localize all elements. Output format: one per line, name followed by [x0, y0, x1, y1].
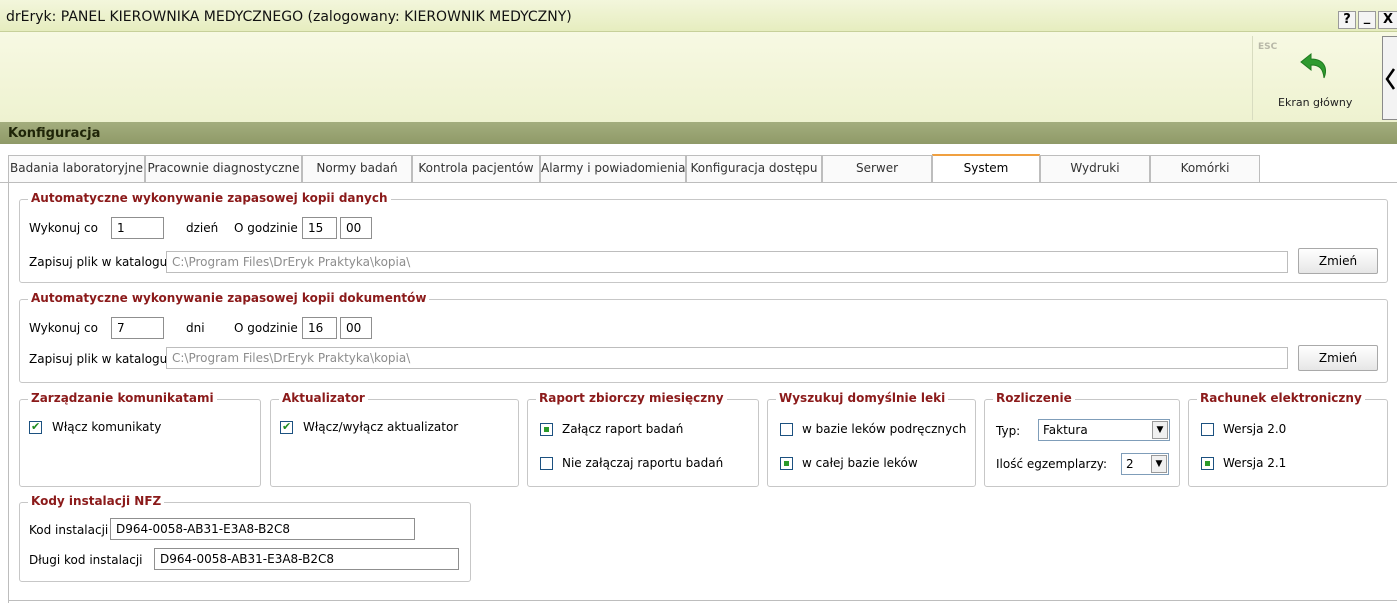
- tab-serwer[interactable]: Serwer: [822, 155, 932, 182]
- help-button[interactable]: ?: [1338, 11, 1356, 29]
- tab-komorki[interactable]: Komórki: [1150, 155, 1260, 182]
- no-attach-report-radio[interactable]: [540, 457, 553, 470]
- dropdown-arrow-icon: ▼: [1152, 421, 1168, 439]
- messages-checkbox[interactable]: [29, 420, 42, 434]
- backup-docs-hour-input[interactable]: 16: [302, 317, 337, 339]
- backup-data-dir-field: C:\Program Files\DrEryk Praktyka\kopia\: [166, 251, 1288, 273]
- tab-strip-line: [0, 182, 1397, 183]
- home-screen-label: Ekran główny: [1278, 96, 1353, 109]
- billing-copies-value: 2: [1126, 457, 1134, 471]
- tab-pracownie-diagnostyczne[interactable]: Pracownie diagnostyczne: [145, 155, 302, 182]
- e-invoice-legend: Rachunek elektroniczny: [1197, 391, 1365, 405]
- attach-report-label: Załącz raport badań: [562, 422, 684, 436]
- backup-docs-dir-label: Zapisuj plik w katalogu: [29, 352, 168, 366]
- messages-legend: Zarządzanie komunikatami: [28, 391, 217, 405]
- drug-search-legend: Wyszukuj domyślnie leki: [776, 391, 949, 405]
- tab-wydruki[interactable]: Wydruki: [1040, 155, 1150, 182]
- e-invoice-v21-radio[interactable]: [1201, 457, 1214, 470]
- backup-data-legend: Automatyczne wykonywanie zapasowej kopii…: [28, 191, 391, 205]
- messages-group: [19, 399, 261, 487]
- esc-shortcut-label: ESC: [1258, 42, 1278, 52]
- updater-option-label: Włącz/wyłącz aktualizator: [303, 420, 459, 434]
- backup-docs-every-input[interactable]: 7: [111, 317, 164, 339]
- backup-data-hour-input[interactable]: 15: [302, 217, 337, 239]
- billing-legend: Rozliczenie: [993, 391, 1075, 405]
- backup-docs-dir-field: C:\Program Files\DrEryk Praktyka\kopia\: [166, 347, 1288, 369]
- tab-badania-laboratoryjne[interactable]: Badania laboratoryjne: [8, 155, 145, 182]
- backup-docs-every-label: Wykonuj co: [29, 321, 98, 335]
- e-invoice-v21-label: Wersja 2.1: [1223, 456, 1287, 470]
- no-attach-report-label: Nie załączaj raportu badań: [562, 456, 724, 470]
- backup-data-every-label: Wykonuj co: [29, 221, 98, 235]
- tab-normy-badan[interactable]: Normy badań: [302, 155, 412, 182]
- backup-data-every-input[interactable]: 1: [111, 217, 164, 239]
- updater-checkbox[interactable]: [280, 420, 293, 434]
- tab-kontrola-pacjentow[interactable]: Kontrola pacjentów: [412, 155, 540, 182]
- backup-data-dir-label: Zapisuj plik w katalogu: [29, 255, 168, 269]
- updater-legend: Aktualizator: [279, 391, 368, 405]
- section-bar: [0, 122, 1397, 144]
- toolbar: [0, 32, 1397, 122]
- backup-data-unit: dzień: [186, 221, 219, 235]
- minimize-button[interactable]: _: [1358, 11, 1376, 29]
- drug-search-group: [767, 399, 976, 487]
- billing-copies-label: Ilość egzemplarzy:: [996, 457, 1108, 471]
- billing-type-select[interactable]: Faktura ▼: [1038, 419, 1170, 441]
- tab-system[interactable]: System: [932, 154, 1040, 182]
- tab-konfiguracja-dostepu[interactable]: Konfiguracja dostępu: [686, 155, 822, 182]
- collapse-panel-button[interactable]: [1382, 36, 1397, 120]
- backup-docs-change-button[interactable]: Zmień: [1298, 345, 1378, 371]
- drug-search-all-label: w całej bazie leków: [802, 456, 918, 470]
- billing-copies-select[interactable]: 2 ▼: [1121, 453, 1169, 475]
- tab-alarmy-i-powiadomienia[interactable]: Alarmy i powiadomienia: [540, 155, 686, 182]
- nfz-code-label: Kod instalacji: [29, 523, 109, 537]
- drug-search-handy-label: w bazie leków podręcznych: [802, 422, 967, 436]
- nfz-codes-group: [19, 502, 471, 582]
- undo-arrow-icon: [1300, 52, 1326, 79]
- monthly-report-group: [527, 399, 759, 487]
- dropdown-arrow-icon: ▼: [1151, 455, 1167, 473]
- updater-group: [270, 399, 519, 487]
- messages-option-label: Włącz komunikaty: [52, 420, 162, 434]
- e-invoice-v20-label: Wersja 2.0: [1223, 422, 1287, 436]
- backup-docs-minute-input[interactable]: 00: [340, 317, 372, 339]
- backup-data-change-button[interactable]: Zmień: [1298, 248, 1378, 274]
- backup-docs-at-label: O godzinie: [234, 321, 298, 335]
- monthly-report-legend: Raport zbiorczy miesięczny: [536, 391, 727, 405]
- e-invoice-v20-radio[interactable]: [1201, 423, 1214, 436]
- nfz-long-code-label: Długi kod instalacji: [29, 553, 143, 567]
- window-title: drEryk: PANEL KIEROWNIKA MEDYCZNEGO (zal…: [6, 9, 572, 25]
- backup-docs-legend: Automatyczne wykonywanie zapasowej kopii…: [28, 291, 430, 305]
- backup-docs-unit: dni: [186, 321, 205, 335]
- backup-docs-group: [19, 299, 1388, 383]
- section-title: Konfiguracja: [8, 126, 101, 141]
- nfz-code-input[interactable]: D964-0058-AB31-E3A8-B2C8: [110, 518, 415, 540]
- backup-data-at-label: O godzinie: [234, 221, 298, 235]
- attach-report-radio[interactable]: [540, 423, 553, 436]
- content-border-bottom: [8, 600, 1397, 601]
- drug-search-handy-radio[interactable]: [780, 423, 793, 436]
- billing-type-label: Typ:: [996, 424, 1021, 438]
- backup-data-minute-input[interactable]: 00: [340, 217, 372, 239]
- drug-search-all-radio[interactable]: [780, 457, 793, 470]
- close-button[interactable]: X: [1378, 11, 1397, 29]
- nfz-long-code-input[interactable]: D964-0058-AB31-E3A8-B2C8: [154, 548, 459, 570]
- content-border-left: [8, 183, 9, 603]
- billing-type-value: Faktura: [1043, 423, 1088, 437]
- nfz-codes-legend: Kody instalacji NFZ: [28, 494, 165, 508]
- e-invoice-group: [1188, 399, 1388, 487]
- chevron-left-icon: [1385, 68, 1396, 90]
